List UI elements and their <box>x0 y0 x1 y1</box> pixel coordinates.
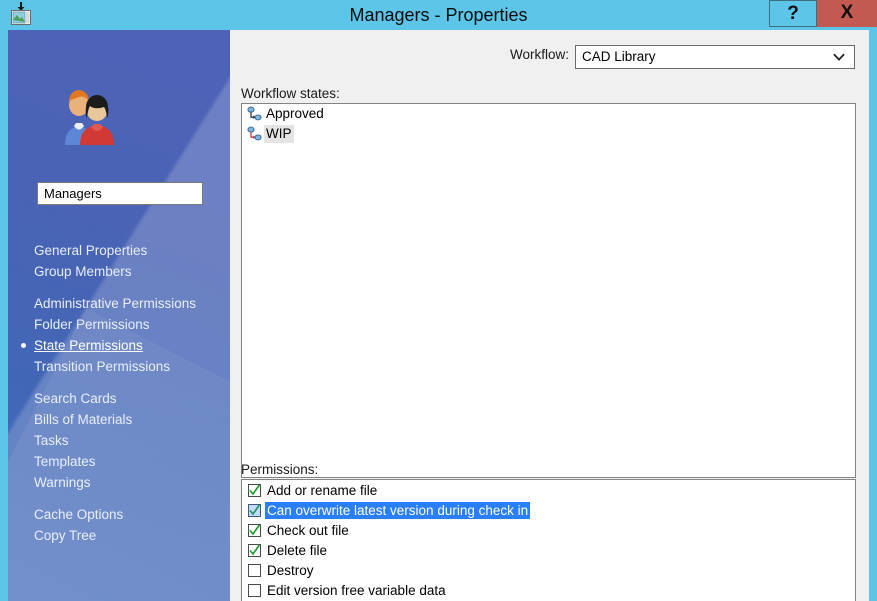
window-right-edge <box>869 30 877 601</box>
checkbox-checked-icon[interactable] <box>248 503 261 517</box>
sidebar-item-search-cards[interactable]: Search Cards <box>8 388 209 409</box>
sidebar-item-warnings[interactable]: Warnings <box>8 472 209 493</box>
close-button[interactable]: X <box>817 0 877 27</box>
sidebar-item-bills-of-materials[interactable]: Bills of Materials <box>8 409 209 430</box>
sidebar-item-label: Administrative Permissions <box>34 296 197 311</box>
workflow-state-name: WIP <box>264 125 294 143</box>
sidebar-item-state-permissions[interactable]: State Permissions <box>8 335 209 356</box>
checkbox-unchecked-icon[interactable] <box>248 563 261 577</box>
sidebar-item-general-properties[interactable]: General Properties <box>8 240 209 261</box>
workflow-state-name: Approved <box>266 106 324 121</box>
sidebar-item-label: Warnings <box>34 475 91 490</box>
workflow-state-icon <box>246 106 262 122</box>
sidebar-item-label: Copy Tree <box>34 528 97 543</box>
list-item[interactable]: Destroy <box>242 560 855 580</box>
users-group-icon <box>58 88 122 146</box>
sidebar-item-folder-permissions[interactable]: Folder Permissions <box>8 314 209 335</box>
properties-dialog: Managers - Properties ? X Managers Gener… <box>0 0 877 601</box>
list-item[interactable]: Add or rename file <box>242 480 855 500</box>
permission-name: Destroy <box>267 562 314 578</box>
checkbox-checked-icon[interactable] <box>248 523 261 537</box>
sidebar-item-label: Folder Permissions <box>34 317 150 332</box>
chevron-down-icon <box>832 50 846 64</box>
workflow-states-list[interactable]: Approved WIP <box>241 103 856 478</box>
workflow-dropdown[interactable]: CAD Library <box>575 45 855 69</box>
list-item[interactable]: Edit version free variable data <box>242 580 855 600</box>
checkbox-checked-icon[interactable] <box>248 483 261 497</box>
workflow-state-icon <box>246 126 262 142</box>
list-item[interactable]: WIP <box>242 124 855 144</box>
workflow-selected-value: CAD Library <box>582 49 656 64</box>
permission-name: Add or rename file <box>267 482 378 498</box>
title-bar: Managers - Properties ? X <box>0 0 877 30</box>
sidebar-item-label: Group Members <box>34 264 132 279</box>
window-left-edge <box>0 30 8 601</box>
sidebar-item-label: Bills of Materials <box>34 412 133 427</box>
workflow-label: Workflow: <box>510 47 570 62</box>
sidebar: Managers General Properties Group Member… <box>8 30 230 601</box>
sidebar-item-label: Tasks <box>34 433 69 448</box>
list-item[interactable]: Approved <box>242 104 855 124</box>
sidebar-item-administrative-permissions[interactable]: Administrative Permissions <box>8 293 209 314</box>
checkbox-checked-icon[interactable] <box>248 543 261 557</box>
group-name-input[interactable]: Managers <box>37 182 203 205</box>
sidebar-item-cache-options[interactable]: Cache Options <box>8 504 209 525</box>
workflow-row: Workflow: CAD Library <box>510 45 855 69</box>
sidebar-item-transition-permissions[interactable]: Transition Permissions <box>8 356 209 377</box>
permission-name: Can overwrite latest version during chec… <box>265 501 531 519</box>
permissions-label: Permissions: <box>241 462 319 477</box>
checkbox-unchecked-icon[interactable] <box>248 583 261 597</box>
sidebar-item-label: State Permissions <box>34 338 143 353</box>
permission-name: Edit version free variable data <box>267 582 446 598</box>
sidebar-item-label: General Properties <box>34 243 148 258</box>
permission-name: Delete file <box>267 542 328 558</box>
list-item[interactable]: Check out file <box>242 520 855 540</box>
sidebar-item-group-members[interactable]: Group Members <box>8 261 209 282</box>
sidebar-nav: General Properties Group Members Adminis… <box>8 240 230 546</box>
nav-separator <box>8 493 230 504</box>
help-button[interactable]: ? <box>769 0 817 27</box>
sidebar-item-label: Cache Options <box>34 507 124 522</box>
nav-separator <box>8 282 230 293</box>
main-pane: Workflow: CAD Library Workflow states: A… <box>230 30 869 601</box>
sidebar-item-templates[interactable]: Templates <box>8 451 209 472</box>
window-title: Managers - Properties <box>349 5 528 25</box>
sidebar-item-tasks[interactable]: Tasks <box>8 430 209 451</box>
sidebar-item-label: Templates <box>34 454 96 469</box>
permission-name: Check out file <box>267 522 349 538</box>
list-item[interactable]: Can overwrite latest version during chec… <box>242 500 855 520</box>
workflow-states-label: Workflow states: <box>241 86 340 101</box>
active-bullet-icon <box>21 343 26 348</box>
list-item[interactable]: Delete file <box>242 540 855 560</box>
nav-separator <box>8 377 230 388</box>
sidebar-item-copy-tree[interactable]: Copy Tree <box>8 525 209 546</box>
sidebar-item-label: Search Cards <box>34 391 117 406</box>
sidebar-item-label: Transition Permissions <box>34 359 171 374</box>
permissions-list[interactable]: Add or rename file Can overwrite latest … <box>241 479 856 601</box>
